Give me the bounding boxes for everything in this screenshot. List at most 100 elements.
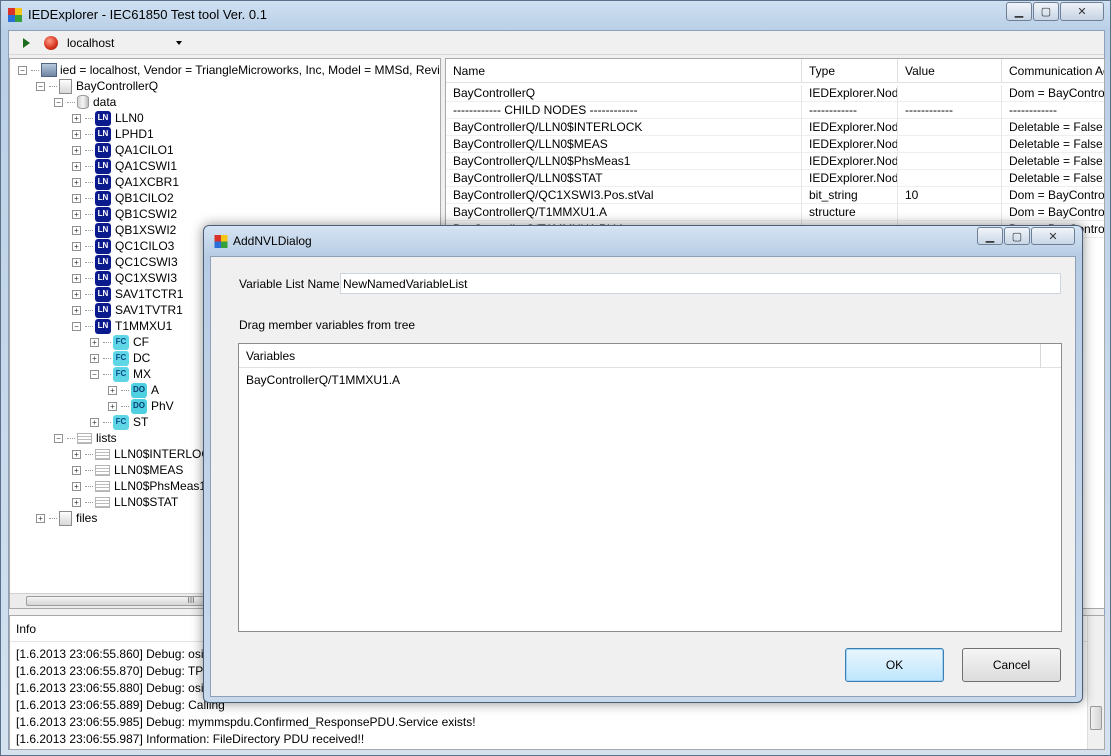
tree-node-lists[interactable]: − lists — [54, 430, 117, 446]
ok-button[interactable]: OK — [845, 648, 944, 682]
stop-icon[interactable] — [44, 36, 58, 50]
tree-node-fc[interactable]: + FC CF — [90, 334, 149, 350]
tree-node-do[interactable]: + DO A — [108, 382, 159, 398]
expand-icon[interactable]: + — [90, 353, 99, 363]
table-row[interactable]: BayControllerQ/QC1XSWI3.Pos.stVal bit_str… — [446, 187, 1104, 204]
expand-icon[interactable]: + — [108, 385, 117, 395]
table-row[interactable]: BayControllerQIEDExplorer.Nod... Dom = Ba… — [446, 85, 1104, 102]
expand-icon[interactable]: + — [72, 193, 81, 203]
expand-icon[interactable]: + — [72, 481, 81, 491]
expand-icon[interactable]: + — [72, 113, 81, 123]
minimize-button[interactable]: ▁ — [1006, 2, 1032, 21]
tree-node-nvl[interactable]: + LLN0$STAT — [72, 494, 178, 510]
expand-icon[interactable]: + — [72, 465, 81, 475]
collapse-icon[interactable]: − — [72, 321, 81, 331]
ln-badge-icon: LN — [95, 286, 111, 302]
table-row[interactable]: BayControllerQ/LLN0$MEASIEDExplorer.Nod.… — [446, 136, 1104, 153]
list-item[interactable]: BayControllerQ/T1MMXU1.A — [246, 373, 400, 387]
expand-icon[interactable]: + — [90, 337, 99, 347]
tree-node-ln[interactable]: + LN QA1CILO1 — [72, 142, 174, 158]
expand-icon[interactable]: + — [72, 209, 81, 219]
expand-icon[interactable]: + — [108, 401, 117, 411]
host-combo[interactable]: localhost — [67, 36, 114, 50]
tree-node-nvl[interactable]: + LLN0$INTERLOCK — [72, 446, 218, 462]
expand-icon[interactable]: + — [90, 417, 99, 427]
tree-node-ln[interactable]: + LN SAV1TVTR1 — [72, 302, 183, 318]
table-cell — [898, 85, 1002, 102]
tree-node-ld[interactable]: − BayControllerQ — [36, 78, 158, 94]
tree-node-nvl[interactable]: + LLN0$PhsMeas1 — [72, 478, 206, 494]
collapse-icon[interactable]: − — [36, 81, 45, 91]
table-row[interactable]: BayControllerQ/T1MMXU1.A structure Dom = B… — [446, 204, 1104, 221]
scroll-thumb[interactable] — [1090, 706, 1102, 730]
expand-icon[interactable]: + — [72, 225, 81, 235]
column-header[interactable]: Communication Address — [1002, 59, 1104, 83]
close-button[interactable]: ✕ — [1060, 2, 1104, 21]
collapse-icon[interactable]: − — [90, 369, 99, 379]
table-row[interactable]: BayControllerQ/LLN0$STATIEDExplorer.Nod.… — [446, 170, 1104, 187]
info-vertical-scrollbar[interactable] — [1087, 616, 1104, 749]
expand-icon[interactable]: + — [36, 513, 45, 523]
tree-node-label: QB1CILO2 — [115, 191, 174, 205]
variables-column-header[interactable]: Variables — [239, 344, 1041, 368]
tree-node-ln[interactable]: + LN QC1CSWI3 — [72, 254, 178, 270]
play-icon[interactable] — [23, 38, 30, 48]
expand-icon[interactable]: + — [72, 177, 81, 187]
variables-list[interactable]: Variables BayControllerQ/T1MMXU1.A — [238, 343, 1062, 632]
expand-icon[interactable]: + — [72, 129, 81, 139]
table-row[interactable]: ------------ CHILD NODES ------------ ---… — [446, 102, 1104, 119]
table-cell: IEDExplorer.Nod... — [802, 85, 898, 102]
column-header[interactable]: Value — [898, 59, 1002, 83]
expand-icon[interactable]: + — [72, 305, 81, 315]
tree-node-ln[interactable]: + LN LPHD1 — [72, 126, 154, 142]
expand-icon[interactable]: + — [72, 497, 81, 507]
expand-icon[interactable]: + — [72, 273, 81, 283]
collapse-icon[interactable]: − — [54, 97, 63, 107]
collapse-icon[interactable]: − — [54, 433, 63, 443]
tree-node-files[interactable]: + files — [36, 510, 97, 526]
tree-node-fc[interactable]: − FC MX — [90, 366, 151, 382]
maximize-button[interactable]: ▢ — [1033, 2, 1059, 21]
chevron-down-icon[interactable] — [176, 41, 182, 45]
app-icon — [214, 235, 228, 248]
collapse-icon[interactable]: − — [18, 65, 27, 75]
table-row[interactable]: BayControllerQ/LLN0$PhsMeas1 IEDExplorer.… — [446, 153, 1104, 170]
tree-node-ln[interactable]: + LN QB1CSWI2 — [72, 206, 177, 222]
tree-node-do[interactable]: + DO PhV — [108, 398, 174, 414]
tree-connector — [49, 85, 57, 87]
ln-badge-icon: LN — [95, 110, 111, 126]
dialog-minimize-button[interactable]: ▁ — [977, 227, 1003, 245]
tree-node-fc[interactable]: + FC ST — [90, 414, 148, 430]
tree-node-label: QB1CSWI2 — [115, 207, 178, 221]
expand-icon[interactable]: + — [72, 289, 81, 299]
tree-node-fc[interactable]: + FC DC — [90, 350, 150, 366]
tree-node-nvl[interactable]: + LLN0$MEAS — [72, 462, 183, 478]
expand-icon[interactable]: + — [72, 241, 81, 251]
tree-node-ln[interactable]: + LN QC1XSWI3 — [72, 270, 177, 286]
tree-node-label: LLN0$PhsMeas1 — [114, 479, 207, 493]
dialog-close-button[interactable]: ✕ — [1031, 227, 1075, 245]
tree-node-ln[interactable]: + LN QC1CILO3 — [72, 238, 174, 254]
column-header[interactable]: Name — [446, 59, 802, 83]
tree-node-data[interactable]: − data — [54, 94, 116, 110]
tree-node-ln[interactable]: + LN QB1XSWI2 — [72, 222, 176, 238]
tree-node-ln[interactable]: + LN SAV1TCTR1 — [72, 286, 183, 302]
tree-node-ln[interactable]: + LN QB1CILO2 — [72, 190, 174, 206]
tree-node-ln[interactable]: + LN LLN0 — [72, 110, 144, 126]
variable-list-name-input[interactable] — [340, 273, 1061, 294]
dialog-maximize-button[interactable]: ▢ — [1004, 227, 1030, 245]
expand-icon[interactable]: + — [72, 449, 81, 459]
title-bar[interactable]: IEDExplorer - IEC61850 Test tool Ver. 0.… — [1, 1, 1110, 29]
tree-node-label: ied = localhost, Vendor = TriangleMicrow… — [60, 63, 440, 77]
tree-node-ln[interactable]: − LN T1MMXU1 — [72, 318, 172, 334]
tree-node-ied[interactable]: − ied = localhost, Vendor = TriangleMicro… — [18, 62, 440, 78]
expand-icon[interactable]: + — [72, 161, 81, 171]
expand-icon[interactable]: + — [72, 145, 81, 155]
column-header[interactable]: Type — [802, 59, 898, 83]
tree-node-ln[interactable]: + LN QA1XCBR1 — [72, 174, 179, 190]
grid-header: NameTypeValueCommunication Address — [446, 59, 1104, 83]
expand-icon[interactable]: + — [72, 257, 81, 267]
tree-node-ln[interactable]: + LN QA1CSWI1 — [72, 158, 177, 174]
cancel-button[interactable]: Cancel — [962, 648, 1061, 682]
table-row[interactable]: BayControllerQ/LLN0$INTERLOCK IEDExplorer… — [446, 119, 1104, 136]
